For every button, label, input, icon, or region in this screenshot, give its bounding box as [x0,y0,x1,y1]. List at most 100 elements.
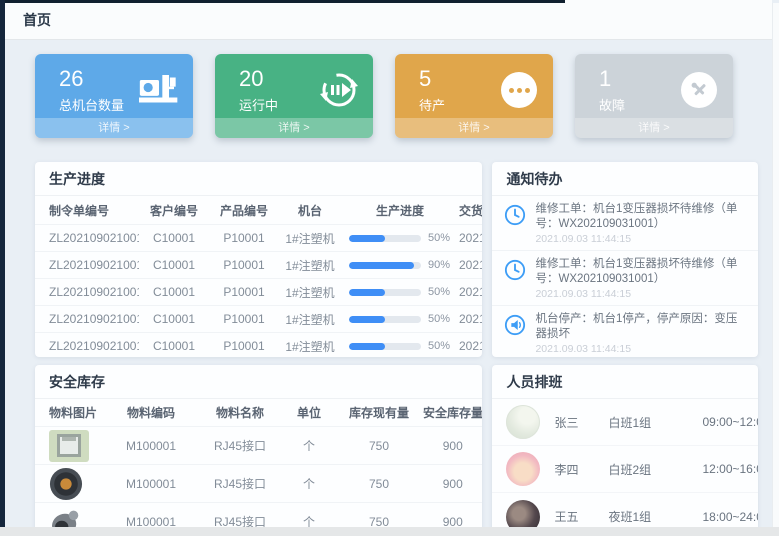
customer-no: C10001 [139,231,209,245]
safety-qty: 900 [423,477,482,491]
machine: 1#注塑机 [279,257,341,274]
staff-shift: 夜班1组 [608,508,702,525]
delivery-date: 2021-09-10 [459,312,482,326]
notice-text: 维修工单：机台1变压器损坏待维修（单号：WX202109031001） [535,257,748,287]
clock-icon [504,259,526,281]
vertical-scrollbar[interactable] [772,3,779,527]
material-code: M100001 [105,439,197,453]
product-no: P10001 [209,231,279,245]
order-no: ZL202109021001 [35,258,139,272]
panel-title: 生产进度 [35,162,482,196]
table-row: ZL202109021001 C10001 P10001 1#注塑机 50% 2… [35,332,482,357]
progress-label: 90% [428,259,450,271]
progress-label: 50% [428,232,450,244]
tools-icon [679,70,719,110]
stat-label: 总机台数量 [59,95,124,114]
avatar [506,405,540,439]
panel-title: 人员排班 [492,365,758,399]
stat-value: 26 [59,67,124,91]
staff-shift: 白班1组 [608,414,702,431]
stat-card-fault[interactable]: 1 故障 详情 > [575,54,733,138]
machine-icon [139,70,179,110]
table-header: 制令单编号 客户编号 产品编号 机台 生产进度 交货日期 [35,196,482,224]
delivery-date: 2021-09-10 [459,231,482,245]
notice-item[interactable]: 维修工单：机台1变压器损坏待维修（单号：WX202109031001） 2021… [492,251,758,306]
progress-label: 50% [428,313,450,325]
delivery-date: 2021-09-10 [459,339,482,353]
stat-label: 运行中 [239,95,278,114]
window-top-edge [0,0,565,3]
staff-schedule-panel: 人员排班 张三 白班1组 09:00~12:00 李四 白班2组 12:00~1… [492,365,758,536]
speaker-icon [504,314,526,336]
staff-time: 12:00~16:00 [702,462,758,476]
notices-panel: 通知待办 维修工单：机台1变压器损坏待维修（单号：WX202109031001）… [492,162,758,357]
table-row: M100001 RJ45接口 个 750 900 [35,426,482,464]
customer-no: C10001 [139,258,209,272]
detail-link[interactable]: 详情 > [575,118,733,138]
notice-time: 2021.09.03 11:44:15 [535,233,748,245]
progress-label: 50% [428,286,450,298]
staff-time: 09:00~12:00 [702,415,758,429]
order-no: ZL202109021001 [35,312,139,326]
material-name: RJ45接口 [197,475,283,492]
notice-item[interactable]: 维修工单：机台1变压器损坏待维修（单号：WX202109031001） 2021… [492,196,758,251]
notice-text: 机台停产：机台1停产，停产原因：变压器损坏 [535,312,748,342]
staff-name: 王五 [554,508,608,525]
safety-stock-panel: 安全库存 物料图片 物料编码 物料名称 单位 库存现有量 安全库存量 [35,365,482,536]
machine: 1#注塑机 [279,338,341,355]
detail-link[interactable]: 详情 > [395,118,553,138]
customer-no: C10001 [139,312,209,326]
col-material-code: 物料编码 [105,404,197,421]
page-header: 首页 [5,0,772,40]
sidebar-edge [0,0,5,527]
col-material-name: 物料名称 [197,404,283,421]
on-hand-qty: 750 [335,439,423,453]
table-row: ZL202109021001 C10001 P10001 1#注塑机 50% 2… [35,305,482,332]
unit: 个 [283,475,335,492]
col-product-no: 产品编号 [209,202,279,219]
detail-link[interactable]: 详情 > [35,118,193,138]
progress-bar: 50% [341,232,459,244]
progress-bar: 50% [341,286,459,298]
staff-name: 张三 [554,414,608,431]
safety-qty: 900 [423,439,482,453]
progress-bar: 50% [341,340,459,352]
stat-card-total-machines[interactable]: 26 总机台数量 详情 > [35,54,193,138]
notice-time: 2021.09.03 11:44:15 [535,288,748,300]
table-row: ZL202109021001 C10001 P10001 1#注塑机 90% 2… [35,251,482,278]
notice-time: 2021.09.03 11:44:15 [535,343,748,355]
col-date: 交货日期 [459,202,482,219]
table-header: 物料图片 物料编码 物料名称 单位 库存现有量 安全库存量 [35,399,482,426]
col-customer-no: 客户编号 [139,202,209,219]
on-hand-qty: 750 [335,477,423,491]
delivery-date: 2021-09-10 [459,258,482,272]
material-name: RJ45接口 [197,437,283,454]
stat-value: 5 [419,67,445,91]
order-no: ZL202109021001 [35,285,139,299]
page-title: 首页 [23,10,51,30]
avatar [506,452,540,486]
notice-text: 维修工单：机台1变压器损坏待维修（单号：WX202109031001） [535,202,748,232]
stat-label: 故障 [599,95,625,114]
order-no: ZL202109021001 [35,231,139,245]
notice-item[interactable]: 机台停产：机台1停产，停产原因：变压器损坏 2021.09.03 11:44:1… [492,306,758,357]
table-row: ZL202109021001 C10001 P10001 1#注塑机 50% 2… [35,224,482,251]
dashboard-screen: 首页 26 总机台数量 [0,0,779,536]
machine: 1#注塑机 [279,311,341,328]
machine: 1#注塑机 [279,284,341,301]
col-order-no: 制令单编号 [35,202,139,219]
stat-card-waiting[interactable]: 5 待产 详情 > [395,54,553,138]
staff-row: 张三 白班1组 09:00~12:00 [492,399,758,446]
order-no: ZL202109021001 [35,339,139,353]
stat-card-running[interactable]: 20 运行中 详情 > [215,54,373,138]
col-on-hand: 库存现有量 [335,404,423,421]
customer-no: C10001 [139,285,209,299]
clock-icon [504,204,526,226]
detail-link[interactable]: 详情 > [215,118,373,138]
material-code: M100001 [105,477,197,491]
product-no: P10001 [209,339,279,353]
staff-row: 李四 白班2组 12:00~16:00 [492,446,758,493]
customer-no: C10001 [139,339,209,353]
panel-title: 通知待办 [492,162,758,196]
dashboard-content: 26 总机台数量 详情 > [5,40,772,527]
